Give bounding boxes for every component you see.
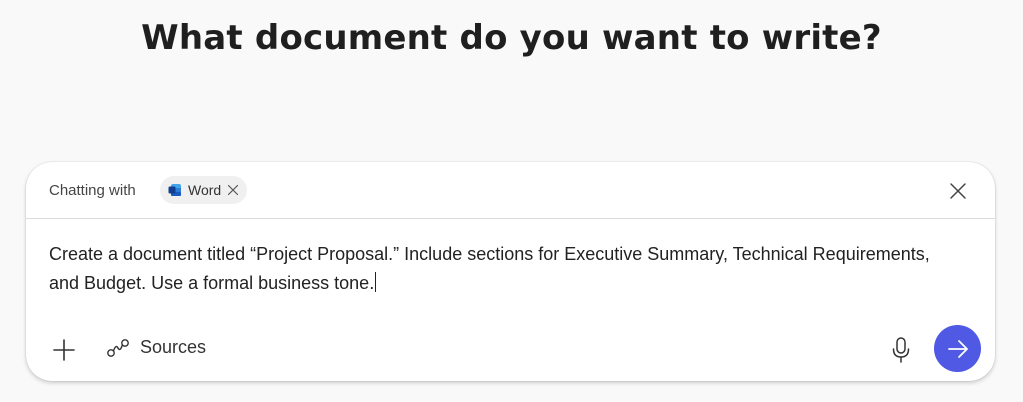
- close-icon[interactable]: [227, 184, 239, 196]
- close-icon[interactable]: [949, 182, 967, 200]
- prompt-input[interactable]: Create a document titled “Project Propos…: [49, 240, 949, 298]
- page-title: What document do you want to write?: [141, 18, 882, 58]
- sources-icon: [107, 338, 129, 357]
- chatting-with-label: Chatting with: [49, 182, 136, 199]
- sources-button[interactable]: Sources: [106, 337, 206, 358]
- plus-icon[interactable]: [50, 336, 78, 364]
- composer-header: Chatting with Word: [26, 162, 995, 219]
- arrow-right-icon: [947, 339, 968, 358]
- chip-label: Word: [188, 182, 222, 198]
- sources-label: Sources: [140, 337, 207, 357]
- chat-composer: Chatting with Word Create a document tit…: [26, 162, 995, 381]
- word-icon: [168, 184, 181, 196]
- page: What document do you want to write? Chat…: [0, 0, 1023, 402]
- context-chip-word[interactable]: Word: [160, 176, 248, 204]
- microphone-icon[interactable]: [890, 336, 912, 364]
- text-caret: [375, 272, 377, 292]
- send-button[interactable]: [934, 325, 981, 372]
- prompt-text: Create a document titled “Project Propos…: [49, 244, 930, 293]
